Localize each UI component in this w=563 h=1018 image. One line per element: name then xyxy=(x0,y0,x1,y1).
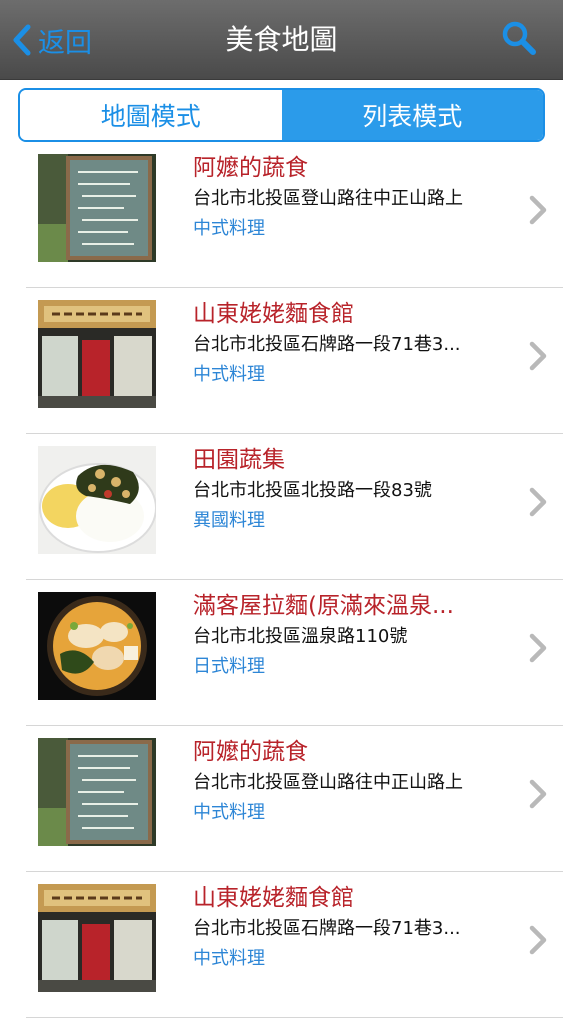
list-item[interactable]: 滿客屋拉麵(原滿來溫泉... 台北市北投區溫泉路110號 日式料理 xyxy=(0,580,563,726)
restaurant-category: 異國料理 xyxy=(193,510,265,531)
restaurant-list: 阿嬤的蔬食 台北市北投區登山路往中正山路上 中式料理 山東姥姥麵食館 台北市北投… xyxy=(0,142,563,1018)
chevron-right-icon xyxy=(529,487,547,517)
chevron-right-icon xyxy=(529,195,547,225)
restaurant-address: 台北市北投區登山路往中正山路上 xyxy=(193,188,463,209)
list-item[interactable]: 山東姥姥麵食館 台北市北投區石牌路一段71巷3... 中式料理 xyxy=(0,872,563,1018)
list-item[interactable]: 山東姥姥麵食館 台北市北投區石牌路一段71巷3... 中式料理 xyxy=(0,288,563,434)
page-title: 美食地圖 xyxy=(225,23,338,56)
list-item[interactable]: 阿嬤的蔬食 台北市北投區登山路往中正山路上 中式料理 xyxy=(0,142,563,288)
restaurant-category: 中式料理 xyxy=(193,948,265,969)
chevron-right-icon xyxy=(529,341,547,371)
restaurant-address: 台北市北投區溫泉路110號 xyxy=(193,626,408,647)
view-mode-switcher: 地圖模式 列表模式 xyxy=(18,88,545,142)
restaurant-name: 山東姥姥麵食館 xyxy=(193,301,354,327)
restaurant-name: 山東姥姥麵食館 xyxy=(193,885,354,911)
restaurant-thumbnail xyxy=(38,592,156,700)
restaurant-thumbnail xyxy=(38,300,156,408)
restaurant-address: 台北市北投區北投路一段83號 xyxy=(193,480,432,501)
search-icon xyxy=(502,21,536,55)
restaurant-address: 台北市北投區登山路往中正山路上 xyxy=(193,772,463,793)
list-item[interactable]: 阿嬤的蔬食 台北市北投區登山路往中正山路上 中式料理 xyxy=(0,726,563,872)
search-button[interactable] xyxy=(501,20,537,56)
restaurant-address: 台北市北投區石牌路一段71巷3... xyxy=(193,918,461,939)
restaurant-category: 中式料理 xyxy=(193,364,265,385)
restaurant-name: 阿嬤的蔬食 xyxy=(193,739,308,765)
restaurant-address: 台北市北投區石牌路一段71巷3... xyxy=(193,334,461,355)
segmented-control: 地圖模式 列表模式 xyxy=(18,88,545,142)
restaurant-category: 中式料理 xyxy=(193,218,265,239)
restaurant-category: 中式料理 xyxy=(193,802,265,823)
restaurant-thumbnail xyxy=(38,446,156,554)
restaurant-thumbnail xyxy=(38,884,156,992)
tab-list-mode[interactable]: 列表模式 xyxy=(281,90,543,140)
restaurant-thumbnail xyxy=(38,738,156,846)
restaurant-category: 日式料理 xyxy=(193,656,265,677)
restaurant-name: 田園蔬集 xyxy=(193,447,285,473)
tab-map-mode[interactable]: 地圖模式 xyxy=(20,90,282,140)
chevron-right-icon xyxy=(529,925,547,955)
restaurant-name: 阿嬤的蔬食 xyxy=(193,155,308,181)
restaurant-thumbnail xyxy=(38,154,156,262)
chevron-right-icon xyxy=(529,633,547,663)
restaurant-name: 滿客屋拉麵(原滿來溫泉... xyxy=(193,593,454,619)
navigation-bar: 返回 美食地圖 xyxy=(0,0,563,80)
chevron-right-icon xyxy=(529,779,547,809)
list-item[interactable]: 田園蔬集 台北市北投區北投路一段83號 異國料理 xyxy=(0,434,563,580)
